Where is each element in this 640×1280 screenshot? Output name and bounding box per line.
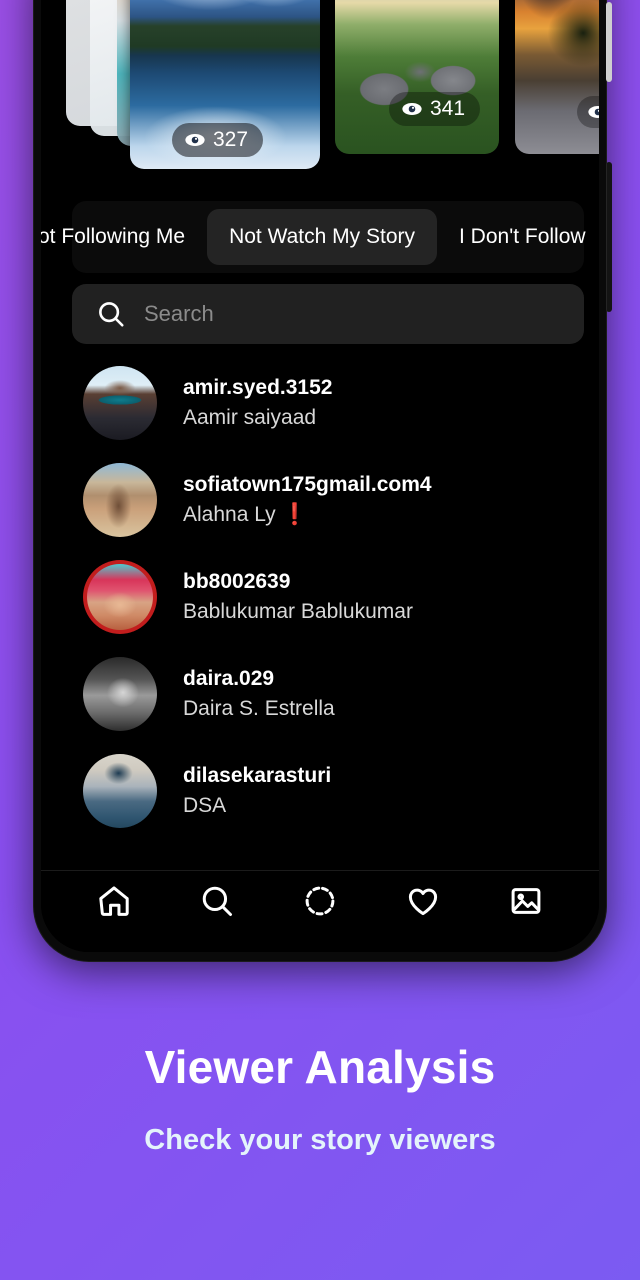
avatar-detail (83, 656, 157, 731)
story-card-2[interactable]: 341 (335, 0, 499, 154)
avatar[interactable] (83, 365, 157, 440)
story-image-huts (335, 0, 499, 154)
promo-section: Viewer Analysis Check your story viewers (0, 1040, 640, 1157)
fullname: Aamir saiyaad (183, 405, 317, 429)
avatar-detail (83, 365, 157, 440)
tab-label: ot Following Me (41, 225, 186, 248)
filter-tab-bar[interactable]: ot Following Me Not Watch My Story I Don… (41, 201, 586, 273)
username: daira.029 (183, 666, 275, 690)
fullname: DSA (183, 793, 227, 817)
phone-screen: 327 341 ot Following Me Not Watch My Sto… (41, 0, 599, 952)
avatar-detail (87, 563, 153, 630)
page-title: Viewer Analysis (144, 1041, 496, 1093)
story-carousel[interactable]: 327 341 (41, 0, 599, 174)
volume-button[interactable] (606, 2, 612, 82)
list-item[interactable]: bb8002639 Bablukumar Bablukumar (41, 548, 599, 645)
viewer-user-list[interactable]: amir.syed.3152 Aamir saiyaad sofiatown17… (41, 354, 599, 870)
story-card-3[interactable] (515, 0, 599, 154)
fullname: Bablukumar Bablukumar (183, 599, 413, 623)
nav-gallery[interactable] (508, 883, 544, 924)
user-text: daira.029 Daira S. Estrella (183, 667, 335, 721)
story-card-1[interactable]: 327 (130, 0, 320, 169)
search-icon (99, 302, 124, 327)
nav-likes[interactable] (405, 883, 441, 924)
tab-not-watch-my-story[interactable]: Not Watch My Story (207, 209, 437, 265)
user-text: bb8002639 Bablukumar Bablukumar (183, 570, 413, 624)
username: dilasekarasturi (183, 763, 332, 787)
avatar-detail (83, 462, 157, 537)
power-button[interactable] (606, 162, 612, 312)
list-item[interactable]: sofiatown175gmail.com4 Alahna Ly ❗ (41, 451, 599, 548)
eye-icon (185, 134, 205, 146)
avatar[interactable] (83, 753, 157, 828)
avatar[interactable] (83, 462, 157, 537)
tab-label: Not Watch My Story (229, 225, 415, 248)
username: sofiatown175gmail.com4 (183, 472, 432, 496)
search-bar[interactable] (72, 284, 584, 344)
search-input[interactable] (144, 301, 560, 327)
user-text: dilasekarasturi DSA (183, 764, 331, 818)
avatar[interactable] (83, 559, 157, 634)
user-text: sofiatown175gmail.com4 Alahna Ly ❗ (183, 473, 432, 527)
username: amir.syed.3152 (183, 375, 333, 399)
user-text: amir.syed.3152 Aamir saiyaad (183, 376, 332, 430)
tab-not-following-me[interactable]: ot Following Me (41, 209, 207, 265)
avatar[interactable] (83, 656, 157, 731)
image-icon (511, 888, 540, 914)
nav-home[interactable] (96, 883, 132, 924)
dashed-circle-icon (305, 886, 335, 916)
eye-icon (588, 106, 599, 118)
story-view-count-2: 341 (389, 92, 481, 126)
fullname: Alahna Ly ❗ (183, 502, 308, 526)
tab-i-dont-follow[interactable]: I Don't Follow (437, 209, 586, 265)
story-views-label-2: 341 (430, 97, 466, 120)
nav-story[interactable] (302, 883, 338, 924)
phone-frame: 327 341 ot Following Me Not Watch My Sto… (33, 0, 612, 962)
story-view-count-1: 327 (172, 123, 264, 157)
list-item[interactable]: daira.029 Daira S. Estrella (41, 645, 599, 742)
list-item[interactable]: amir.syed.3152 Aamir saiyaad (41, 354, 599, 451)
tab-label: I Don't Follow (459, 225, 586, 248)
search-icon (202, 886, 233, 916)
story-views-label-1: 327 (213, 128, 249, 151)
page-subtitle: Check your story viewers (144, 1124, 496, 1156)
avatar-detail (83, 753, 157, 828)
list-item[interactable]: dilasekarasturi DSA (41, 742, 599, 839)
nav-search[interactable] (199, 883, 235, 924)
home-icon (99, 886, 130, 916)
fullname: Daira S. Estrella (183, 696, 335, 720)
bottom-navigation-bar[interactable] (41, 870, 599, 952)
heart-icon (408, 888, 437, 916)
story-image-sunset-tree (515, 0, 599, 154)
username: bb8002639 (183, 569, 291, 593)
eye-icon (402, 103, 422, 115)
